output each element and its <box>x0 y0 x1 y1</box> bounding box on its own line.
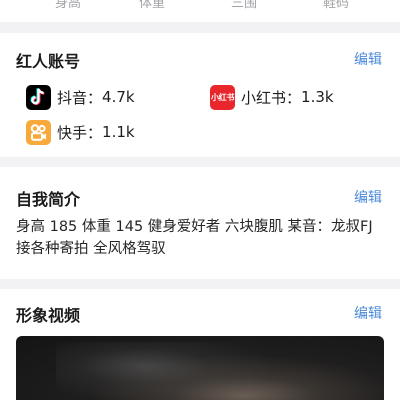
kuaishou-platform-label: 快手 <box>57 123 88 142</box>
video-smoke-overlay <box>56 342 276 400</box>
kuaishou-separator: ： <box>87 123 103 142</box>
influencer-accounts-title: 红人账号 <box>16 52 81 71</box>
stat-height-label: 身高 <box>54 0 82 11</box>
xiaohongshu-separator: ： <box>286 88 302 107</box>
stat-shoe-size-label: 鞋码 <box>322 0 350 11</box>
douyin-platform-label: 抖音 <box>57 88 88 107</box>
douyin-follower-count: 4.7k <box>102 88 135 106</box>
xiaohongshu-platform-label: 小红书 <box>241 88 287 107</box>
kuaishou-icon <box>26 119 51 145</box>
xiaohongshu-icon: 小红书 <box>210 84 235 110</box>
douyin-separator: ： <box>87 88 103 107</box>
account-douyin[interactable]: 抖音 ： 4.7k <box>26 84 135 110</box>
self-intro-text: 身高 185 体重 145 健身爱好者 六块腹肌 某音：龙叔FJ接各种寄拍 全风… <box>16 219 373 257</box>
influencer-accounts-card: 红人账号 编辑 抖音 ： 4.7k 小红书 小红书 ： 1.3k 快手 ： 1.… <box>0 33 400 157</box>
influencer-accounts-edit-button[interactable]: 编辑 <box>354 49 382 69</box>
self-intro-title: 自我简介 <box>16 190 81 209</box>
profile-page: 身高 体重 三围 鞋码 红人账号 编辑 抖音 ： 4.7k 小红书 小红书 ： … <box>0 0 400 400</box>
image-video-title: 形象视频 <box>16 306 81 325</box>
account-kuaishou[interactable]: 快手 ： 1.1k <box>26 119 135 145</box>
stat-weight-label: 体重 <box>138 0 166 11</box>
self-intro-edit-button[interactable]: 编辑 <box>354 187 382 207</box>
stats-row: 身高 体重 三围 鞋码 <box>0 0 400 22</box>
stat-measurements-label: 三围 <box>230 0 258 11</box>
kuaishou-follower-count: 1.1k <box>102 123 135 141</box>
account-xiaohongshu[interactable]: 小红书 小红书 ： 1.3k <box>210 84 334 110</box>
image-video-edit-button[interactable]: 编辑 <box>354 303 382 323</box>
image-video-thumbnail[interactable] <box>16 336 384 400</box>
douyin-icon <box>26 84 51 110</box>
xiaohongshu-follower-count: 1.3k <box>301 88 334 106</box>
